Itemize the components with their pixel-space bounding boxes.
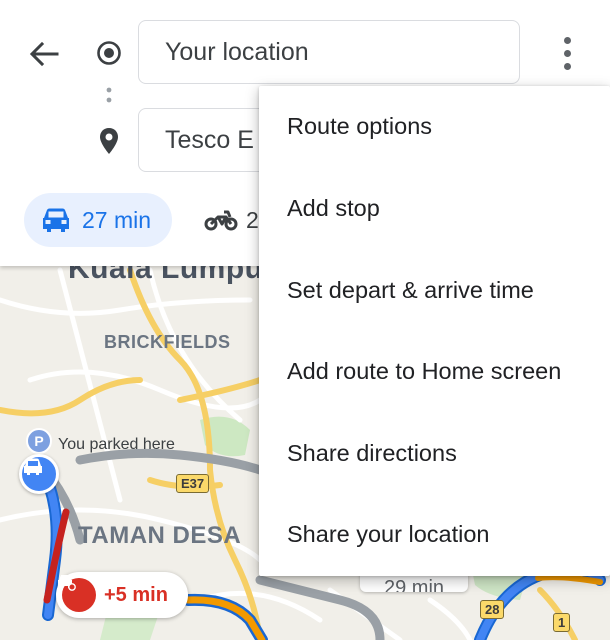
road-shield-28: 28 <box>480 600 505 619</box>
parked-here-label: You parked here <box>58 436 175 453</box>
origin-input[interactable]: Your location <box>138 20 520 84</box>
menu-item-set-depart-arrive-time[interactable]: Set depart & arrive time <box>259 250 610 331</box>
road-shield-e37: E37 <box>176 474 210 493</box>
travel-mode-motorcycle[interactable]: 2 <box>204 193 259 247</box>
current-location-car-marker[interactable] <box>19 454 59 494</box>
menu-item-route-options[interactable]: Route options <box>259 86 610 167</box>
arrow-left-icon <box>29 41 59 67</box>
route-dots-icon <box>106 87 112 103</box>
more-dot <box>563 62 571 70</box>
delay-text: +5 min <box>104 583 168 606</box>
more-dot <box>563 36 571 44</box>
map-label-brickfields: BRICKFIELDS <box>104 332 231 352</box>
traffic-delay-chip[interactable]: +5 min <box>56 572 188 618</box>
more-options-button[interactable] <box>552 30 582 76</box>
menu-item-add-stop[interactable]: Add stop <box>259 168 610 249</box>
back-button[interactable] <box>22 32 66 76</box>
car-icon <box>24 458 42 475</box>
overflow-menu: Route options Add stop Set depart & arri… <box>259 86 610 576</box>
origin-dot-icon <box>97 41 121 65</box>
map-label-taman-desa: TAMAN DESA <box>78 522 242 549</box>
menu-item-share-directions[interactable]: Share directions <box>259 413 610 494</box>
alt-route-time: 29 min <box>383 577 445 592</box>
motorcycle-time: 2 <box>246 206 259 233</box>
road-shield-1: 1 <box>553 613 571 632</box>
more-dot <box>563 49 571 57</box>
parking-marker[interactable]: P <box>26 428 52 454</box>
car-icon <box>43 208 69 232</box>
menu-item-share-your-location[interactable]: Share your location <box>259 494 610 575</box>
driving-time: 27 min <box>82 206 152 233</box>
motorcycle-icon <box>204 210 238 231</box>
travel-mode-driving[interactable]: 27 min <box>24 193 172 247</box>
traffic-car-icon <box>58 575 96 612</box>
destination-pin-icon <box>100 128 118 154</box>
menu-item-add-route-to-home-screen[interactable]: Add route to Home screen <box>259 331 610 412</box>
